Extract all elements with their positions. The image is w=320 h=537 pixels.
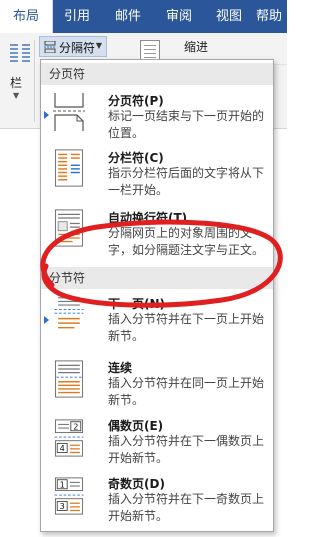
item-title: 下一页(N) — [108, 297, 166, 311]
columns-label[interactable]: 栏 — [10, 74, 22, 91]
page-number-text: 4 — [60, 443, 65, 453]
item-desc: 指示分栏符后面的文字将从下一栏开始。 — [108, 166, 265, 197]
item-title: 奇数页(D) — [108, 477, 165, 491]
indent-label: 缩进 — [184, 40, 209, 54]
tab-references[interactable]: 引用 — [52, 0, 102, 33]
text-wrapping-break-icon — [54, 209, 84, 247]
chevron-down-icon[interactable]: ▼ — [13, 91, 19, 100]
breaks-button-label: 分隔符 — [59, 41, 96, 55]
item-title: 分页符(P) — [108, 94, 164, 108]
columns-icon[interactable] — [9, 42, 31, 66]
menu-item-continuous[interactable]: 连续 插入分节符并在同一页上开始新节。 — [41, 356, 273, 412]
item-title: 自动换行符(T) — [108, 211, 188, 225]
menu-item-column-break[interactable]: 分栏符(C) 指示分栏符后面的文字将从下一栏开始。 — [41, 146, 273, 204]
item-desc: 插入分节符并在下一偶数页上开始新节。 — [108, 434, 265, 465]
menu-item-page-break[interactable]: 分页符(P) 标记一页结束与下一页开始的位置。 — [41, 89, 273, 144]
page-number-text: 2 — [73, 421, 78, 431]
breaks-button[interactable]: 分隔符 ▼ — [39, 36, 107, 57]
section-header-section-breaks: 分节符 — [41, 267, 273, 289]
tab-review[interactable]: 审阅 — [154, 0, 204, 33]
item-desc: 插入分节符并在同一页上开始新节。 — [108, 376, 265, 407]
breaks-menu: 分页符 分页符(P) 标记一页结束与下一页开始的位置。 分栏符(C) 指示分栏符… — [40, 59, 274, 532]
page-number-text: 1 — [60, 479, 65, 489]
tab-help[interactable]: 帮助 — [256, 0, 296, 33]
menu-item-even-page[interactable]: 2 4 偶数页(E) 插入分节符并在下一偶数页上开始新节。 — [41, 414, 273, 470]
column-break-icon — [54, 149, 84, 187]
page-number-text: 3 — [60, 501, 65, 511]
odd-page-break-icon: 1 3 — [54, 477, 84, 515]
even-page-break-icon: 2 4 — [54, 419, 84, 457]
tab-mailings[interactable]: 邮件 — [104, 0, 152, 33]
ribbon-tab-bar: 布局 引用 邮件 审阅 视图 帮助 — [0, 0, 287, 33]
chevron-down-icon: ▼ — [95, 41, 102, 50]
menu-item-odd-page[interactable]: 1 3 奇数页(D) 插入分节符并在下一奇数页上开始新节。 — [41, 472, 273, 528]
item-title: 偶数页(E) — [108, 419, 164, 433]
item-title: 分栏符(C) — [108, 151, 164, 165]
selection-marker-icon — [44, 316, 49, 324]
breaks-icon — [44, 41, 56, 53]
menu-item-text-wrapping-break[interactable]: 自动换行符(T) 分隔网页上的对象周围的文字，如分隔题注文字与正文。 — [41, 206, 273, 264]
selection-marker-icon — [44, 111, 49, 119]
continuous-break-icon — [54, 360, 84, 398]
item-title: 连续 — [108, 361, 133, 375]
item-desc: 标记一页结束与下一页开始的位置。 — [108, 109, 265, 140]
page-break-icon — [53, 93, 85, 131]
item-desc: 插入分节符并在下一页上开始新节。 — [108, 312, 265, 343]
ribbon-divider — [34, 40, 35, 122]
menu-item-next-page[interactable]: 下一页(N) 插入分节符并在下一页上开始新节。 — [41, 292, 273, 352]
item-desc: 插入分节符并在下一奇数页上开始新节。 — [108, 492, 265, 523]
tab-view[interactable]: 视图 — [206, 0, 252, 33]
tab-layout[interactable]: 布局 — [0, 0, 53, 33]
next-page-break-icon — [54, 297, 84, 329]
item-desc: 分隔网页上的对象周围的文字，如分隔题注文字与正文。 — [108, 226, 265, 257]
section-header-page-breaks: 分页符 — [41, 63, 273, 85]
